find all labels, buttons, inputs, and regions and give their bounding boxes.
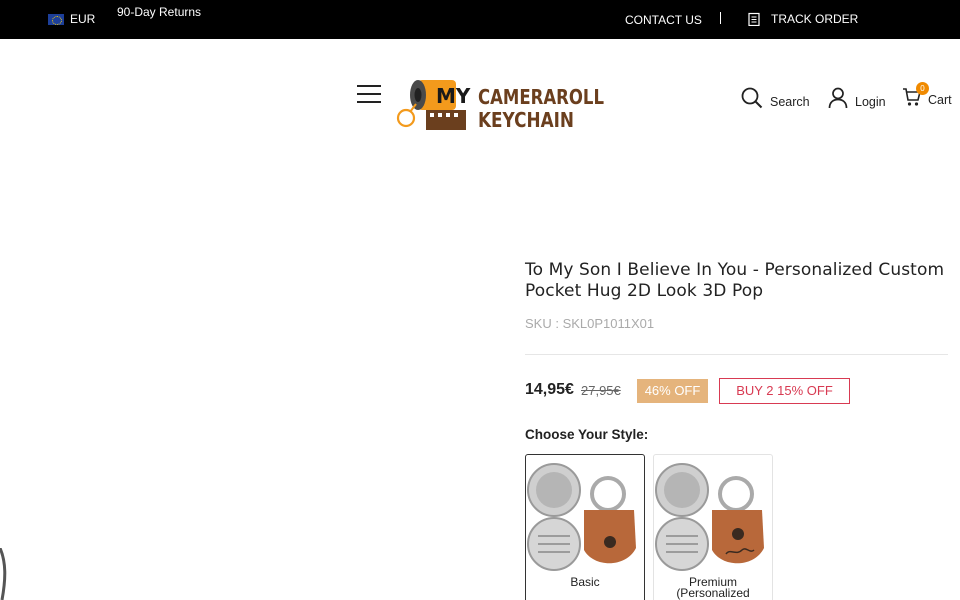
eu-flag-icon: [48, 13, 64, 25]
style-option-premium[interactable]: Premium (Personalized: [653, 454, 773, 600]
basic-product-thumbnail: [527, 463, 636, 571]
original-price: 27,95€: [581, 383, 621, 398]
bundle-offer-button[interactable]: BUY 2 15% OFF: [719, 378, 850, 404]
style-option-label: Premium (Personalized: [676, 575, 750, 600]
search-label: Search: [770, 95, 810, 109]
currency-label: EUR: [70, 12, 96, 26]
style-selector-label: Choose Your Style:: [525, 427, 649, 442]
menu-icon[interactable]: [357, 85, 381, 103]
clipboard-icon: [748, 12, 760, 26]
search-icon: [741, 87, 763, 109]
user-icon: [828, 87, 848, 109]
track-order-link[interactable]: TRACK ORDER: [747, 12, 858, 26]
svg-text:KEYCHAIN: KEYCHAIN: [478, 108, 574, 132]
search-button[interactable]: Search: [741, 87, 810, 109]
cart-count-badge: 0: [916, 82, 929, 95]
current-price: 14,95€: [525, 381, 574, 398]
svg-text:CAMERAROLL: CAMERAROLL: [478, 85, 604, 109]
currency-selector[interactable]: EUR: [48, 12, 95, 26]
section-divider: [525, 354, 948, 355]
login-label: Login: [855, 95, 886, 109]
style-option-label: Basic: [570, 575, 600, 589]
cart-label: Cart: [928, 93, 952, 107]
style-option-basic[interactable]: Basic: [525, 454, 645, 600]
product-title: To My Son I Believe In You - Personalize…: [525, 260, 945, 301]
gallery-image-edge: [0, 548, 7, 600]
site-logo[interactable]: MY CAMERAROLL KEYCHAIN: [396, 76, 606, 134]
product-sku: SKU : SKL0P1011X01: [525, 316, 655, 331]
returns-notice: 90-Day Returns: [117, 5, 202, 19]
top-bar: EUR 90-Day Returns CONTACT US TRACK ORDE…: [0, 0, 960, 39]
contact-us-link[interactable]: CONTACT US: [625, 13, 702, 27]
premium-product-thumbnail: [655, 463, 764, 571]
track-order-label: TRACK ORDER: [771, 12, 859, 26]
discount-badge: 46% OFF: [637, 379, 708, 403]
svg-text:MY: MY: [436, 84, 471, 108]
login-button[interactable]: Login: [828, 87, 886, 109]
cart-button[interactable]: 0 Cart: [902, 82, 952, 107]
topbar-divider: [720, 12, 721, 24]
